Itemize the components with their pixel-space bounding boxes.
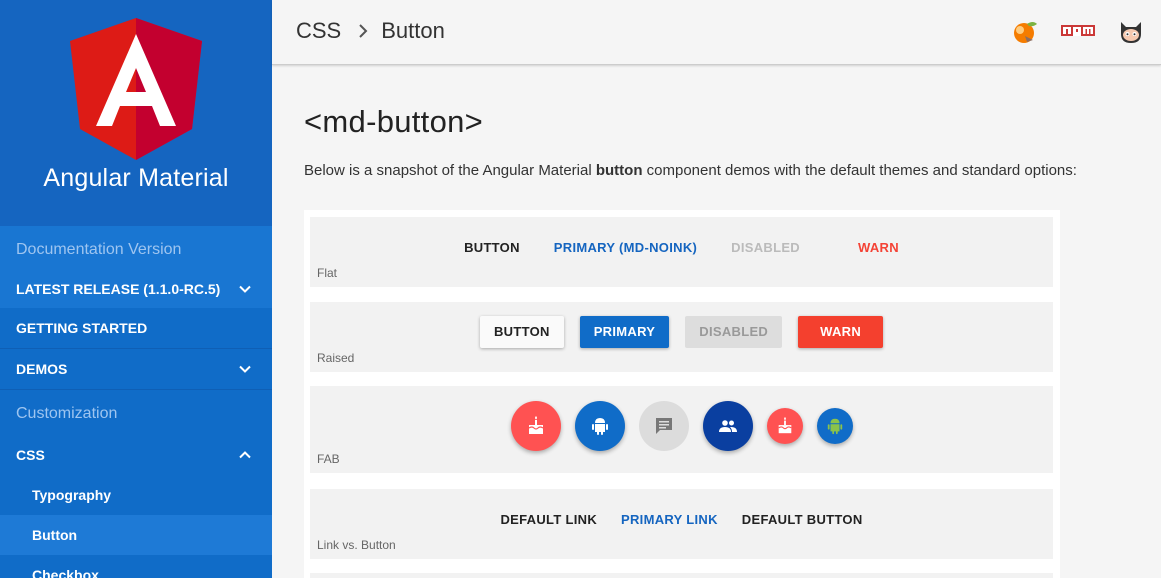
link-vs-button-section: DEFAULT LINK PRIMARY LINK DEFAULT BUTTON…	[310, 489, 1053, 559]
raised-primary-button[interactable]: PRIMARY	[579, 316, 670, 348]
intro-text-bold: button	[595, 162, 643, 179]
intro-text: Below is a snapshot of the Angular Mater…	[304, 162, 1161, 179]
intro-text-end: component demos with the default themes …	[642, 162, 1077, 179]
codepen-icon[interactable]	[1011, 18, 1039, 46]
android-icon	[591, 418, 608, 435]
flat-warn-button[interactable]: WARN	[841, 240, 916, 255]
chevron-down-icon	[239, 285, 251, 293]
fab-buttons-row	[310, 401, 1053, 451]
top-toolbar: CSS Button	[272, 0, 1161, 65]
brand[interactable]: Angular Material	[0, 0, 272, 226]
primary-link[interactable]: PRIMARY LINK	[609, 512, 730, 527]
raised-disabled-button: DISABLED	[685, 316, 783, 348]
android-icon	[827, 418, 842, 435]
raised-button[interactable]: BUTTON	[479, 316, 564, 348]
raised-buttons-row: BUTTON PRIMARY DISABLED WARN	[310, 316, 1053, 348]
nav-item-label: DEMOS	[16, 361, 68, 377]
section-label: Link vs. Button	[317, 538, 396, 552]
nav-item-label: CSS	[16, 446, 45, 463]
brand-title: Angular Material	[43, 164, 229, 192]
github-icon[interactable]	[1117, 18, 1145, 46]
intro-text-start: Below is a snapshot of the Angular Mater…	[304, 162, 596, 179]
toolbar-links	[1011, 18, 1145, 46]
nav-item-latest-release[interactable]: LATEST RELEASE (1.1.0-RC.5)	[0, 270, 272, 308]
nav-item-getting-started[interactable]: GETTING STARTED	[0, 308, 272, 349]
breadcrumb: CSS Button	[296, 18, 445, 44]
nav-item-label: LATEST RELEASE (1.1.0-RC.5)	[16, 281, 221, 297]
fab-people-button[interactable]	[702, 401, 753, 451]
people-icon	[718, 420, 737, 432]
flat-primary-noink-button[interactable]: PRIMARY (MD-NOINK)	[537, 240, 714, 255]
sidebar-item-checkbox[interactable]: Checkbox	[0, 555, 272, 578]
button-demo-card: BUTTON PRIMARY (MD-NOINK) DISABLED WARN …	[304, 210, 1060, 578]
comment-icon	[655, 418, 672, 434]
section-label: Flat	[317, 266, 338, 280]
npm-icon[interactable]	[1061, 25, 1095, 39]
nav-item-label: GETTING STARTED	[16, 320, 148, 336]
fab-mini-cake-button[interactable]	[766, 408, 803, 444]
cake-icon	[777, 417, 792, 434]
breadcrumb-current: Button	[381, 18, 445, 43]
angular-logo-icon	[70, 18, 202, 160]
flat-section: BUTTON PRIMARY (MD-NOINK) DISABLED WARN …	[310, 217, 1053, 287]
flat-buttons-row: BUTTON PRIMARY (MD-NOINK) DISABLED WARN	[310, 240, 1053, 255]
default-link[interactable]: DEFAULT LINK	[488, 512, 609, 527]
raised-section: BUTTON PRIMARY DISABLED WARN Raised	[310, 302, 1053, 372]
sidebar-item-typography[interactable]: Typography	[0, 475, 272, 515]
fab-cake-button[interactable]	[510, 401, 561, 451]
chevron-up-icon	[239, 450, 251, 458]
default-button[interactable]: DEFAULT BUTTON	[730, 512, 875, 527]
flat-disabled-button: DISABLED	[731, 240, 800, 255]
nav-item-css[interactable]: CSS	[0, 434, 272, 475]
breadcrumb-parent[interactable]: CSS	[296, 18, 341, 44]
fab-android-button[interactable]	[574, 401, 625, 451]
main-content: <md-button> Below is a snapshot of the A…	[304, 104, 1161, 179]
next-section	[310, 573, 1053, 578]
link-buttons-row: DEFAULT LINK PRIMARY LINK DEFAULT BUTTON	[310, 512, 1053, 527]
section-heading-customization: Customization	[0, 390, 272, 434]
fab-section: FAB	[310, 386, 1053, 473]
nav-item-demos[interactable]: DEMOS	[0, 349, 272, 390]
fab-mini-android-button[interactable]	[816, 408, 853, 444]
section-label: Raised	[317, 351, 355, 365]
sidebar: Angular Material Documentation Version L…	[0, 0, 272, 578]
flat-button[interactable]: BUTTON	[447, 240, 537, 255]
raised-warn-button[interactable]: WARN	[798, 316, 884, 348]
chevron-right-icon	[359, 24, 368, 38]
cake-icon	[528, 416, 543, 434]
sidebar-item-button[interactable]: Button	[0, 515, 272, 555]
fab-comment-button-disabled	[638, 401, 689, 451]
chevron-down-icon	[239, 365, 251, 373]
section-heading-documentation: Documentation Version	[0, 226, 272, 270]
section-label: FAB	[317, 452, 340, 466]
page-title: <md-button>	[304, 104, 484, 139]
